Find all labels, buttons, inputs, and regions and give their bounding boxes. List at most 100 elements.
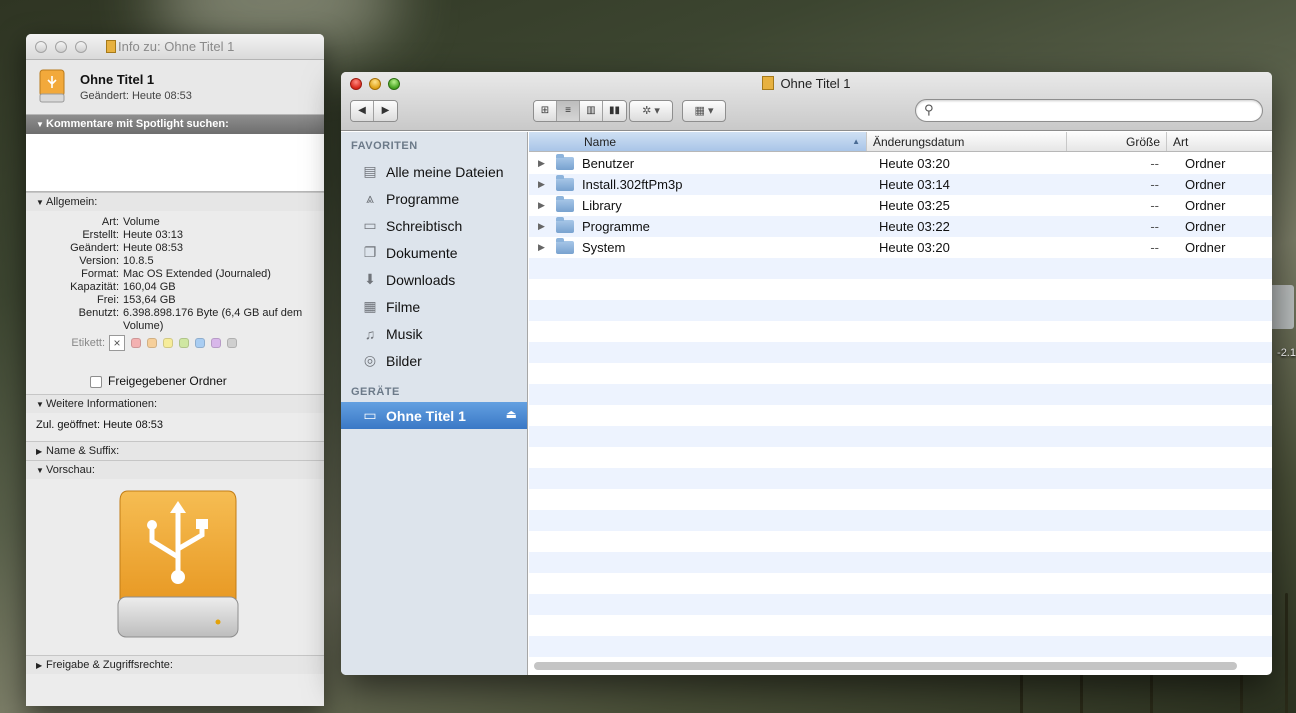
disclosure-down-icon[interactable]: ▼ [36, 115, 46, 134]
column-label: Größe [1125, 135, 1160, 149]
disclosure-right-icon[interactable]: ▶ [36, 442, 46, 461]
applications-icon: ⩓ [366, 190, 374, 206]
zoom-button[interactable] [75, 41, 87, 53]
sidebar-item-desktop[interactable]: ▭ Schreibtisch [341, 212, 527, 239]
minimize-button[interactable] [55, 41, 67, 53]
list-view-icon[interactable]: ≡ [557, 101, 580, 121]
sidebar-item-documents[interactable]: ❐ Dokumente [341, 239, 527, 266]
back-forward-control[interactable]: ◀ ▶ [350, 100, 398, 122]
sidebar-item-music[interactable]: ♫ Musik [341, 320, 527, 347]
name-suffix-header[interactable]: ▶ Name & Suffix: [26, 441, 324, 460]
info-title-bar[interactable]: Info zu: Ohne Titel 1 [26, 34, 324, 60]
table-row[interactable]: ▶ Library Heute 03:25 -- Ordner [529, 195, 1272, 216]
coverflow-view-icon[interactable]: ▮▮ [603, 101, 626, 121]
shared-folder-option[interactable]: Freigegebener Ordner [90, 375, 324, 388]
sidebar-item-all-files[interactable]: ▤ Alle meine Dateien [341, 158, 527, 185]
section-label: Vorschau: [46, 464, 95, 476]
label-green-button[interactable] [179, 338, 189, 348]
disclosure-right-icon[interactable]: ▶ [538, 179, 556, 190]
sidebar-item-downloads[interactable]: ⬇ Downloads [341, 266, 527, 293]
sidebar-item-ohne-titel-1[interactable]: ▭ Ohne Titel 1 ⏏ [341, 402, 527, 429]
disclosure-right-icon[interactable]: ▶ [538, 242, 556, 253]
sharing-header[interactable]: ▶ Freigabe & Zugriffsrechte: [26, 655, 324, 674]
cell-name: ▶ Programme [529, 217, 867, 234]
movies-icon: ▦ [363, 298, 377, 314]
window-title: Ohne Titel 1 [341, 76, 1272, 91]
shared-folder-label: Freigegebener Ordner [108, 374, 227, 388]
file-name: Install.302ftPm3p [582, 177, 683, 192]
folder-icon [556, 217, 574, 233]
cell-size: -- [1150, 177, 1159, 192]
disclosure-down-icon[interactable]: ▼ [36, 461, 46, 480]
column-header-date[interactable]: Änderungsdatum [867, 132, 1067, 151]
disclosure-down-icon[interactable]: ▼ [36, 395, 46, 414]
search-input[interactable] [942, 102, 1252, 119]
finder-toolbar[interactable]: Ohne Titel 1 ◀ ▶ ⊞ ≡ ▥ ▮▮ ✲ ▾ ▦ ▾ ⚲ [341, 72, 1272, 131]
label-purple-button[interactable] [211, 338, 221, 348]
gear-icon: ✲ [642, 105, 652, 117]
info-key: Kapazität: [70, 281, 119, 293]
table-row[interactable]: ▶ Programme Heute 03:22 -- Ordner [529, 216, 1272, 237]
shared-folder-checkbox[interactable] [90, 375, 102, 388]
sidebar-item-movies[interactable]: ▦ Filme [341, 293, 527, 320]
label-blue-button[interactable] [195, 338, 205, 348]
info-key: Geändert: [70, 242, 119, 254]
column-view-icon[interactable]: ▥ [580, 101, 603, 121]
column-header-kind[interactable]: Art [1167, 132, 1272, 151]
sidebar-item-pictures[interactable]: ◎ Bilder [341, 347, 527, 374]
section-label: Kommentare mit Spotlight suchen: [46, 118, 229, 130]
forward-arrow-icon[interactable]: ▶ [374, 101, 397, 121]
volume-icon [762, 76, 775, 90]
cell-kind: Ordner [1185, 198, 1226, 213]
spotlight-comments-field[interactable] [26, 134, 324, 192]
cell-name: ▶ Library [529, 196, 867, 213]
sidebar-item-label: Dokumente [386, 244, 458, 261]
label-orange-button[interactable] [147, 338, 157, 348]
folder-icon [556, 196, 574, 212]
horizontal-scrollbar[interactable] [534, 662, 1237, 670]
sidebar-item-label: Alle meine Dateien [386, 163, 504, 180]
arrange-menu-button[interactable]: ▦ ▾ [682, 100, 726, 122]
folder-icon [556, 175, 574, 191]
desktop-file-label[interactable]: -2.1 [1277, 347, 1296, 359]
column-header-name[interactable]: Name ▲ [529, 132, 867, 151]
disclosure-right-icon[interactable]: ▶ [538, 200, 556, 211]
info-value: Volume [123, 216, 160, 228]
cell-date: Heute 03:20 [879, 240, 950, 255]
sidebar-item-applications[interactable]: ⩓ Programme [341, 185, 527, 212]
label-gray-button[interactable] [227, 338, 237, 348]
view-mode-control[interactable]: ⊞ ≡ ▥ ▮▮ [533, 100, 627, 122]
disclosure-down-icon[interactable]: ▼ [36, 193, 46, 212]
general-section: Art: Volume Erstellt: Heute 03:13 Geändert… [26, 211, 324, 394]
info-value: Heute 03:13 [123, 229, 183, 241]
general-header[interactable]: ▼ Allgemein: [26, 192, 324, 211]
no-label-button[interactable]: × [109, 335, 125, 351]
spotlight-comments-header[interactable]: ▼ Kommentare mit Spotlight suchen: [26, 115, 324, 134]
file-name: Library [582, 198, 622, 213]
info-key: Erstellt: [82, 229, 119, 241]
table-row[interactable]: ▶ Install.302ftPm3p Heute 03:14 -- Ordner [529, 174, 1272, 195]
back-arrow-icon[interactable]: ◀ [351, 101, 374, 121]
table-row[interactable]: ▶ Benutzer Heute 03:20 -- Ordner [529, 153, 1272, 174]
info-window-title: Info zu: Ohne Titel 1 [118, 39, 235, 54]
disclosure-right-icon[interactable]: ▶ [538, 221, 556, 232]
disclosure-right-icon[interactable]: ▶ [538, 158, 556, 169]
column-header-size[interactable]: Größe [1067, 132, 1167, 151]
close-button[interactable] [35, 41, 47, 53]
action-menu-button[interactable]: ✲ ▾ [629, 100, 673, 122]
cell-size: -- [1150, 198, 1159, 213]
label-red-button[interactable] [131, 338, 141, 348]
section-label: Weitere Informationen: [46, 398, 158, 410]
table-row[interactable]: ▶ System Heute 03:20 -- Ordner [529, 237, 1272, 258]
info-row: Frei: 153,64 GB [26, 294, 324, 307]
disclosure-right-icon[interactable]: ▶ [36, 656, 46, 675]
cell-size: -- [1150, 219, 1159, 234]
search-field[interactable]: ⚲ [915, 99, 1263, 122]
more-info-header[interactable]: ▼ Weitere Informationen: [26, 394, 324, 413]
preview-header[interactable]: ▼ Vorschau: [26, 460, 324, 479]
eject-icon[interactable]: ⏏ [506, 407, 517, 421]
icon-view-icon[interactable]: ⊞ [534, 101, 557, 121]
finder-sidebar: FAVORITEN ▤ Alle meine Dateien ⩓ Programme… [341, 132, 528, 675]
section-label: Freigabe & Zugriffsrechte: [46, 659, 173, 671]
label-yellow-button[interactable] [163, 338, 173, 348]
